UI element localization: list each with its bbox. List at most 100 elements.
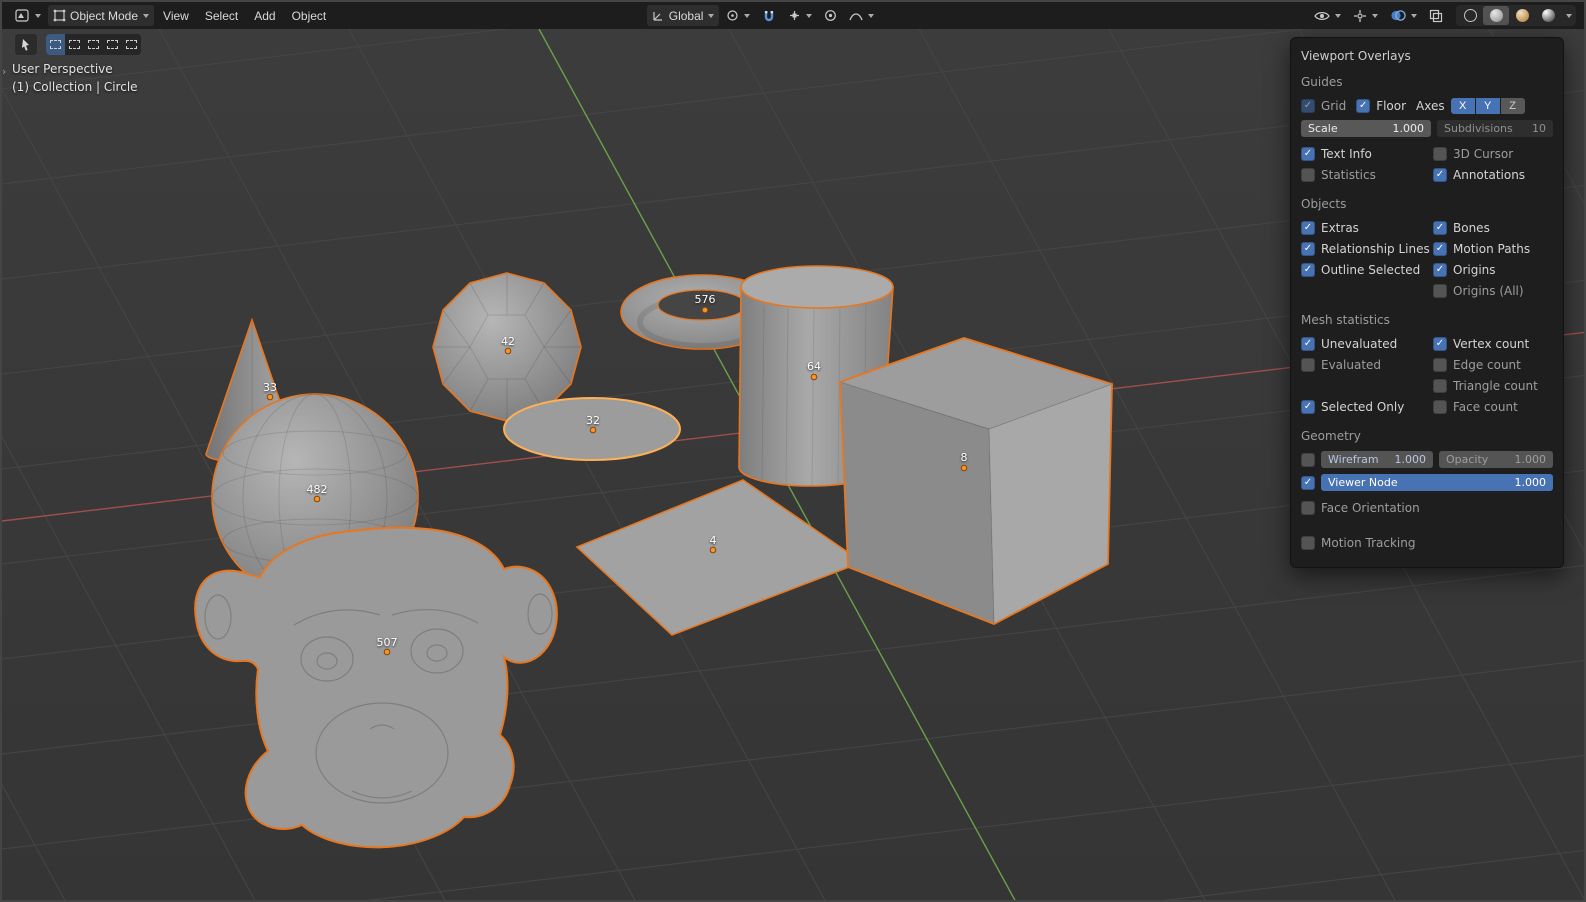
axis-y-toggle[interactable]: Y [1475, 97, 1500, 114]
relationship-lines-label: Relationship Lines [1321, 241, 1430, 256]
global-orientation-icon [652, 9, 665, 22]
relationship-lines-checkbox[interactable] [1301, 241, 1315, 256]
menu-select[interactable]: Select [198, 6, 245, 26]
text-info-checkbox[interactable] [1301, 146, 1315, 161]
unevaluated-checkbox[interactable] [1301, 336, 1315, 351]
viewer-node-checkbox[interactable] [1301, 475, 1315, 490]
orientation-dropdown[interactable]: Global [646, 5, 720, 26]
3d-cursor-label: 3D Cursor [1453, 146, 1514, 161]
falloff-curve-icon [849, 10, 864, 22]
wireframe-checkbox[interactable] [1301, 452, 1315, 467]
snap-settings-dropdown[interactable] [783, 5, 817, 26]
xray-toggle[interactable] [1424, 5, 1448, 26]
opacity-slider[interactable]: Opacity 1.000 [1439, 451, 1553, 468]
triangle-count-checkbox[interactable] [1433, 378, 1447, 393]
edge-count-checkbox[interactable] [1433, 357, 1447, 372]
section-guides: Guides [1301, 75, 1343, 89]
overlays-dropdown[interactable] [1385, 5, 1422, 26]
wireframe-slider[interactable]: Wirefram 1.000 [1321, 451, 1433, 468]
annotations-label: Annotations [1453, 167, 1526, 182]
motion-tracking-label: Motion Tracking [1321, 535, 1416, 550]
grid-scale-slider[interactable]: Scale 1.000 [1301, 120, 1431, 137]
chevron-down-icon [744, 13, 751, 18]
shading-wireframe-button[interactable] [1457, 6, 1483, 25]
grid-checkbox[interactable] [1301, 98, 1315, 113]
face-orientation-checkbox[interactable] [1301, 500, 1315, 515]
select-box-icon [88, 40, 99, 49]
floor-checkbox[interactable] [1356, 98, 1371, 113]
scale-value: 1.000 [1392, 122, 1425, 135]
falloff-dropdown[interactable] [844, 5, 879, 26]
menu-object[interactable]: Object [285, 6, 334, 26]
annotations-checkbox[interactable] [1433, 167, 1447, 182]
visibility-dropdown[interactable] [1309, 5, 1346, 26]
pivot-point-dropdown[interactable] [721, 5, 755, 26]
motion-tracking-checkbox[interactable] [1301, 535, 1315, 550]
xray-icon [1429, 9, 1443, 23]
proportional-editing-toggle[interactable] [819, 5, 842, 26]
shading-settings-dropdown[interactable] [1561, 6, 1575, 25]
object-cube[interactable] [839, 337, 1113, 625]
motion-paths-checkbox[interactable] [1433, 241, 1447, 256]
shading-rendered-button[interactable] [1535, 6, 1561, 25]
sidebar-toggle-icon[interactable]: › [2, 65, 6, 78]
outline-selected-label: Outline Selected [1321, 262, 1421, 277]
active-tool-button[interactable] [14, 33, 38, 56]
snap-toggle[interactable] [757, 5, 781, 26]
3d-cursor-checkbox[interactable] [1433, 146, 1447, 161]
viewport-3d[interactable]: › User Perspective (1) Collection | Circ… [2, 29, 1584, 900]
extras-label: Extras [1321, 220, 1359, 235]
blender-window: Object Mode View Select Add Object Globa… [0, 0, 1586, 902]
select-mode-extend[interactable] [65, 34, 84, 55]
object-suzanne[interactable] [194, 526, 558, 849]
axis-z-toggle[interactable]: Z [1500, 97, 1525, 114]
bones-checkbox[interactable] [1433, 220, 1447, 235]
axes-label: Axes [1416, 98, 1445, 113]
viewer-node-value: 1.000 [1514, 476, 1547, 489]
select-mode-new[interactable] [46, 34, 65, 55]
tweak-tool-icon [22, 38, 29, 51]
select-mode-intersect[interactable] [122, 34, 141, 55]
vertex-count-checkbox[interactable] [1433, 336, 1447, 351]
selected-only-checkbox[interactable] [1301, 399, 1315, 414]
face-count-checkbox[interactable] [1433, 399, 1447, 414]
menu-view[interactable]: View [156, 6, 196, 26]
subdivisions-label: Subdivisions [1444, 122, 1513, 135]
chevron-down-icon [1335, 13, 1341, 18]
subdivisions-slider[interactable]: Subdivisions 10 [1437, 120, 1553, 137]
select-mode-subtract[interactable] [84, 34, 103, 55]
editor-type-button[interactable] [10, 5, 46, 26]
wireframe-sphere-icon [1463, 9, 1477, 22]
object-plane[interactable] [575, 479, 864, 636]
evaluated-checkbox[interactable] [1301, 357, 1315, 372]
origins-all-checkbox[interactable] [1433, 283, 1447, 298]
select-mode-invert[interactable] [103, 34, 122, 55]
statistics-checkbox[interactable] [1301, 167, 1315, 182]
face-count-label: Face count [1453, 399, 1518, 414]
axis-x-toggle[interactable]: X [1450, 97, 1475, 114]
wireframe-label: Wirefram [1328, 453, 1379, 466]
shading-mode-group [1456, 5, 1576, 26]
vertex-count-option-label: Vertex count [1453, 336, 1530, 351]
orientation-label: Global [668, 8, 704, 23]
chevron-down-icon [806, 13, 813, 18]
shading-material-button[interactable] [1509, 6, 1535, 25]
editor-type-icon [15, 8, 30, 23]
shading-solid-button[interactable] [1483, 6, 1509, 25]
mode-dropdown[interactable]: Object Mode [48, 5, 155, 26]
pivot-point-icon [726, 9, 739, 22]
menu-add[interactable]: Add [247, 6, 282, 26]
chevron-down-icon [1372, 13, 1378, 18]
unevaluated-label: Unevaluated [1321, 336, 1398, 351]
gizmo-dropdown[interactable] [1348, 5, 1383, 26]
vertex-count-label: 42 [501, 335, 515, 348]
extras-checkbox[interactable] [1301, 220, 1315, 235]
grid-label: Grid [1321, 98, 1347, 113]
floor-label: Floor [1376, 98, 1407, 113]
outline-selected-checkbox[interactable] [1301, 262, 1315, 277]
origins-checkbox[interactable] [1433, 262, 1447, 277]
viewer-node-slider[interactable]: Viewer Node 1.000 [1321, 474, 1553, 491]
chevron-down-icon [1565, 13, 1572, 18]
context-breadcrumb: (1) Collection | Circle [12, 80, 138, 94]
vertex-count-label: 482 [306, 483, 328, 496]
